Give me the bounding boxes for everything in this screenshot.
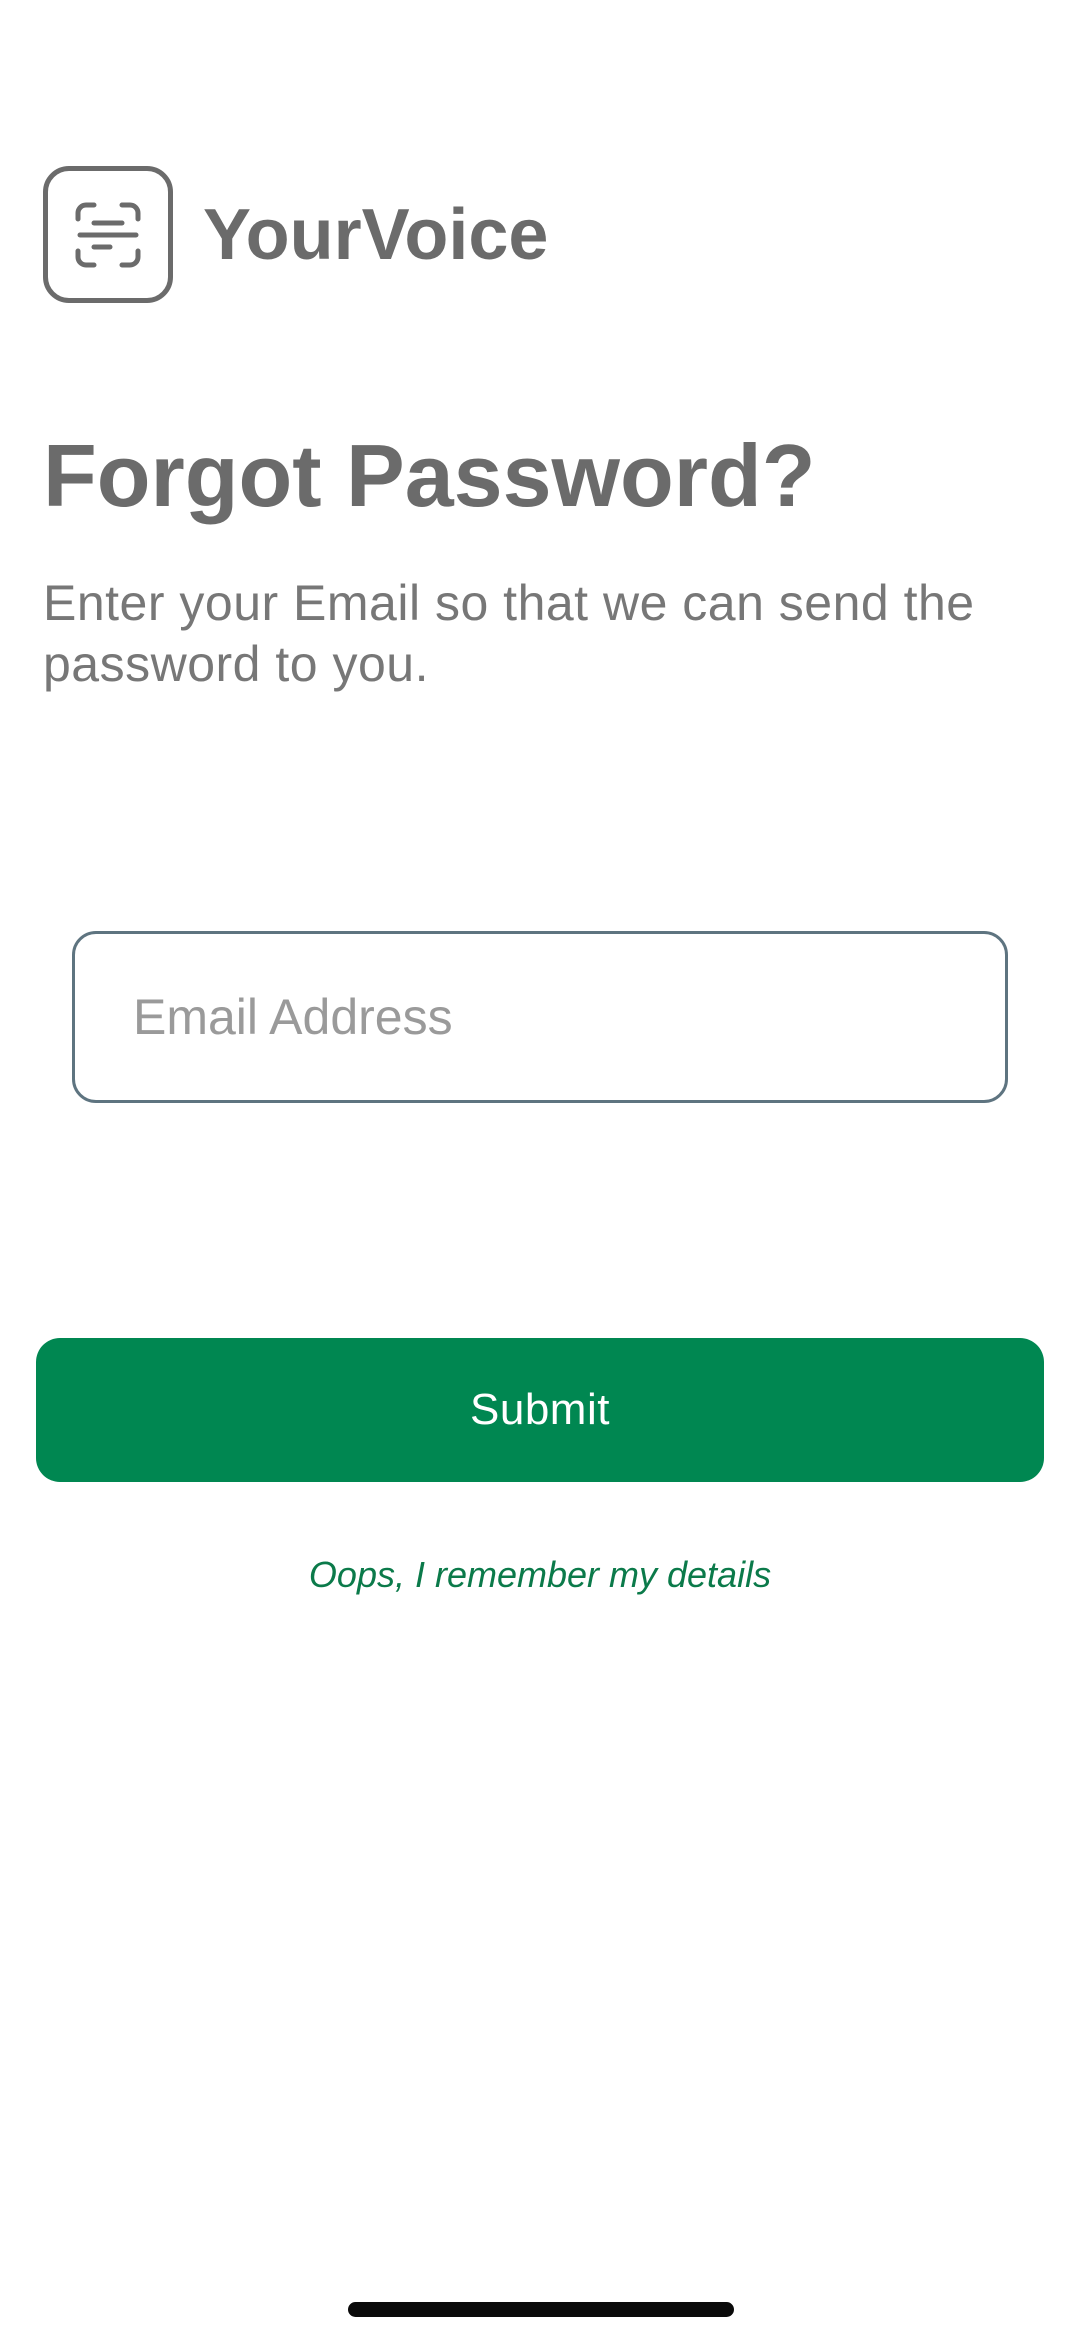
app-logo <box>43 166 173 303</box>
forgot-password-screen: YourVoice Forgot Password? Enter your Em… <box>0 0 1080 2340</box>
app-name: YourVoice <box>203 194 549 275</box>
home-indicator <box>348 2302 734 2317</box>
remember-details-link[interactable]: Oops, I remember my details <box>0 1554 1080 1596</box>
brand-header: YourVoice <box>43 163 548 306</box>
page-subtitle: Enter your Email so that we can send the… <box>43 575 975 692</box>
page-title: Forgot Password? <box>43 426 816 525</box>
scan-text-icon <box>75 202 141 267</box>
email-field[interactable] <box>72 931 1008 1103</box>
submit-button[interactable]: Submit <box>36 1338 1044 1482</box>
